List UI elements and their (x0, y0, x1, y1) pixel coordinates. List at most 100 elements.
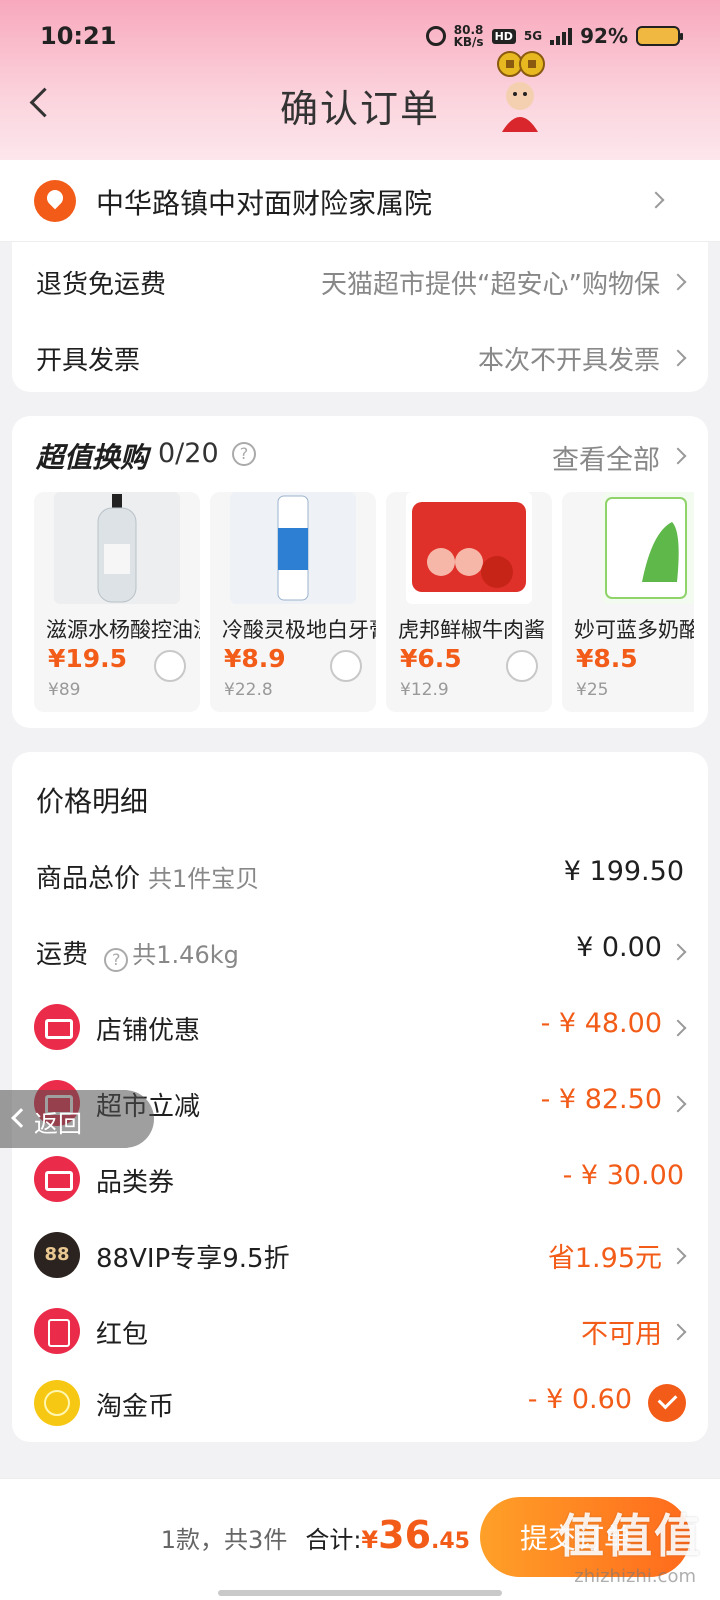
select-radio[interactable] (154, 650, 186, 682)
store-discount-value: - ¥ 48.00 (540, 1008, 662, 1039)
checkmark-icon[interactable] (648, 1384, 686, 1422)
product-original-price: ¥25 (576, 680, 609, 700)
coupon-ticket-icon (34, 1156, 80, 1202)
coupon-ticket-icon (34, 1004, 80, 1050)
taojinbi-row[interactable]: 淘金币 - ¥ 0.60 (12, 1366, 708, 1442)
item-count: 1款，共3件 (160, 1526, 288, 1554)
select-radio[interactable] (506, 650, 538, 682)
product-card[interactable]: 虎邦鲜椒牛肉酱 ¥6.5 ¥12.9 (386, 492, 552, 712)
swap-card: 超值换购 0/20 ? 查看全部 滋源水杨酸控油洗发水 ¥19.5 ¥89 冷酸… (12, 416, 708, 728)
total-decimal: .45 (431, 1529, 470, 1554)
invoice-value: 本次不开具发票 (477, 346, 660, 376)
watermark-url: zhizhizhi.com (574, 1566, 696, 1587)
shipping-row[interactable]: 运费 ? 共1.46kg ¥ 0.00 (12, 914, 708, 990)
home-indicator[interactable] (218, 1590, 502, 1596)
watermark-logo: 值值值 (558, 1509, 702, 1563)
status-bar: 10:21 80.8 KB/s HD 5G 92% (0, 0, 720, 72)
category-coupon-value: - ¥ 30.00 (562, 1160, 684, 1191)
battery-icon (636, 26, 683, 46)
shipping-label: 运费 ? 共1.46kg (36, 934, 239, 972)
total-label: 合计: (305, 1526, 362, 1554)
page-title: 确认订单 (279, 87, 440, 131)
red-packet-value: 不可用 (581, 1319, 662, 1350)
invoice-label: 开具发票 (36, 346, 141, 376)
chevron-right-icon (669, 1095, 687, 1113)
mascot-icon (497, 51, 545, 132)
shipping-value: ¥ 0.00 (576, 932, 662, 963)
chevron-left-icon (11, 1108, 31, 1128)
supermarket-discount-value: - ¥ 82.50 (540, 1084, 662, 1115)
total-integer: 36 (378, 1513, 432, 1557)
goods-total-label: 商品总价 共1件宝贝 (36, 858, 259, 895)
vip-discount-label: 88VIP专享9.5折 (96, 1244, 290, 1274)
view-all-link[interactable]: 查看全部 (552, 438, 660, 477)
signal-icon (550, 27, 573, 45)
shipping-label-text: 运费 (36, 940, 89, 970)
goods-total-label-text: 商品总价 (36, 864, 141, 894)
chevron-right-icon (669, 943, 687, 961)
chevron-right-icon (669, 447, 687, 465)
floating-back-label: 返回 (34, 1110, 82, 1138)
goods-total-value: ¥ 199.50 (563, 856, 684, 887)
taojinbi-value: - ¥ 0.60 (527, 1384, 632, 1415)
chevron-right-icon (669, 1247, 687, 1265)
product-original-price: ¥22.8 (224, 680, 273, 700)
store-discount-row[interactable]: 店铺优惠 - ¥ 48.00 (12, 990, 708, 1066)
swap-title: 超值换购 (36, 441, 149, 474)
floating-back-button[interactable]: 返回 (0, 1090, 154, 1148)
product-name: 滋源水杨酸控油洗发水 (46, 618, 200, 642)
red-packet-row[interactable]: 红包 不可用 (12, 1294, 708, 1370)
product-name: 妙可蓝多奶酪棒 (574, 618, 694, 642)
status-icons: 80.8 KB/s HD 5G 92% (425, 24, 683, 48)
vip-discount-row[interactable]: 88 88VIP专享9.5折 省1.95元 (12, 1218, 708, 1294)
product-price: ¥8.5 (576, 644, 638, 673)
chevron-right-icon (669, 1323, 687, 1341)
address-text: 中华路镇中对面财险家属院 (96, 187, 433, 220)
help-icon[interactable]: ? (104, 948, 129, 972)
product-card[interactable]: 滋源水杨酸控油洗发水 ¥19.5 ¥89 (34, 492, 200, 712)
goods-total-row: 商品总价 共1件宝贝 ¥ 199.50 (12, 838, 708, 914)
price-detail-title: 价格明细 (36, 785, 149, 818)
category-coupon-row[interactable]: 品类券 - ¥ 30.00 (12, 1142, 708, 1218)
chevron-right-icon (669, 273, 687, 291)
toothpaste-image (230, 492, 356, 604)
store-discount-label: 店铺优惠 (96, 1016, 201, 1046)
taojinbi-label: 淘金币 (96, 1392, 175, 1422)
swap-count: 0/20 (158, 438, 219, 469)
return-shipping-row[interactable]: 退货免运费 天猫超市提供“超安心”购物保 (12, 242, 708, 318)
gold-coin-icon (34, 1380, 80, 1426)
select-radio[interactable] (330, 650, 362, 682)
red-packet-icon (34, 1308, 80, 1354)
vip-discount-value: 省1.95元 (547, 1243, 662, 1274)
address-bar[interactable]: 中华路镇中对面财险家属院 (0, 160, 720, 242)
product-card[interactable]: 妙可蓝多奶酪棒 ¥8.5 ¥25 (562, 492, 694, 712)
help-icon[interactable]: ? (232, 442, 256, 466)
red-packet-label: 红包 (96, 1320, 149, 1350)
cheese-stick-image (602, 492, 694, 604)
product-carousel[interactable]: 滋源水杨酸控油洗发水 ¥19.5 ¥89 冷酸灵极地白牙膏 ¥8.9 ¥22.8 (34, 492, 694, 712)
product-price: ¥6.5 (400, 644, 462, 673)
return-shipping-value: 天猫超市提供“超安心”购物保 (321, 270, 660, 300)
vip-88-icon: 88 (34, 1232, 80, 1278)
product-original-price: ¥12.9 (400, 680, 449, 700)
battery-percent: 92% (580, 24, 628, 48)
chili-sauce-image (406, 492, 532, 604)
service-card: 退货免运费 天猫超市提供“超安心”购物保 开具发票 本次不开具发票 (12, 242, 708, 392)
network-type: 5G (523, 29, 543, 43)
invoice-row[interactable]: 开具发票 本次不开具发票 (12, 318, 708, 392)
chevron-right-icon (669, 1019, 687, 1037)
nav-bar: 确认订单 (0, 51, 720, 162)
product-name: 虎邦鲜椒牛肉酱 (398, 618, 545, 642)
return-shipping-label: 退货免运费 (36, 270, 167, 300)
network-speed: 80.8 KB/s (454, 24, 484, 48)
location-pin-icon (34, 180, 76, 222)
product-name: 冷酸灵极地白牙膏 (222, 618, 376, 642)
currency-symbol: ¥ (361, 1526, 379, 1554)
product-card[interactable]: 冷酸灵极地白牙膏 ¥8.9 ¥22.8 (210, 492, 376, 712)
shampoo-bottle-image (54, 492, 180, 604)
category-coupon-label: 品类券 (96, 1168, 175, 1198)
chevron-right-icon (647, 191, 665, 209)
network-speed-unit: KB/s (453, 35, 484, 49)
alarm-icon (425, 26, 446, 46)
product-price: ¥8.9 (224, 644, 286, 673)
